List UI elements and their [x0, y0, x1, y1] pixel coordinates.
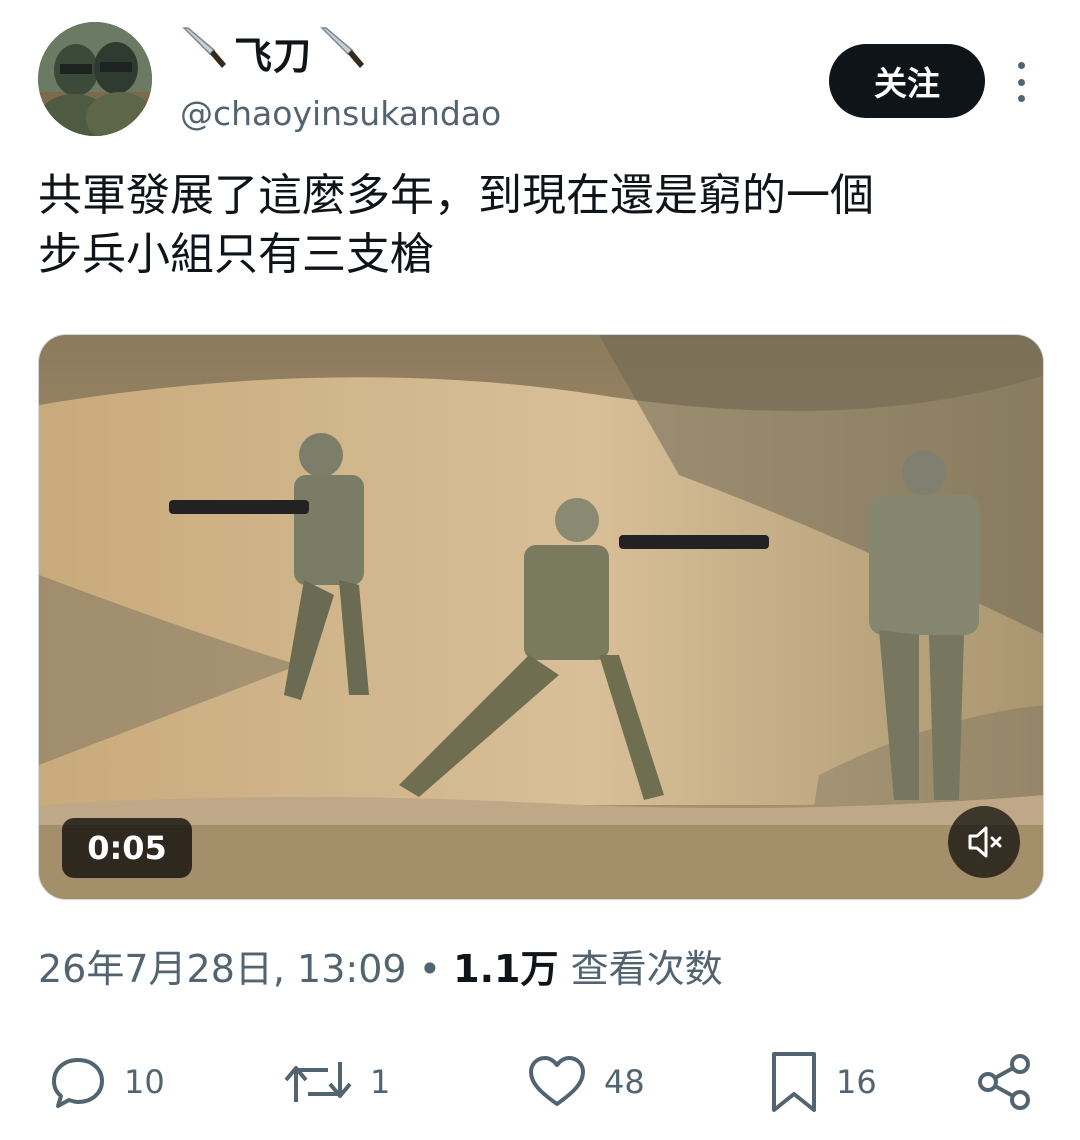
video-player[interactable] [38, 334, 1044, 900]
follow-button[interactable]: 关注 [829, 44, 985, 118]
reply-count: 10 [124, 1063, 165, 1101]
knife-icon [318, 24, 366, 81]
reply-icon [52, 1058, 104, 1108]
knife-icon [180, 24, 228, 81]
heart-icon [529, 1056, 585, 1106]
share-button[interactable] [974, 1040, 1036, 1124]
video-frame [39, 335, 1043, 899]
bookmark-button[interactable]: 16 [768, 1040, 877, 1124]
views-count: 1.1万 [453, 947, 559, 991]
action-bar: 10 1 48 16 [0, 1040, 1080, 1124]
reply-button[interactable]: 10 [48, 1040, 165, 1124]
avatar[interactable] [38, 22, 152, 136]
repost-count: 1 [370, 1063, 391, 1101]
meta-separator: • [418, 947, 442, 991]
display-name-text: 飞刀 [234, 34, 313, 78]
bookmark-icon [772, 1052, 816, 1112]
share-icon [978, 1054, 1030, 1110]
views-label: 查看次数 [570, 947, 723, 991]
like-count: 48 [604, 1063, 645, 1101]
post-timestamp[interactable]: 26年7月28日, 13:09 [38, 947, 407, 991]
bookmark-count: 16 [836, 1063, 877, 1101]
tweet-text: 共軍發展了這麼多年，到現在還是窮的一個 步兵小組只有三支槍 [38, 170, 874, 280]
video-duration: 0:05 [62, 818, 192, 878]
repost-icon [284, 1062, 352, 1102]
display-name[interactable]: 飞刀 [180, 24, 366, 81]
volume-muted-icon[interactable] [948, 806, 1020, 878]
tweet-meta: 26年7月28日, 13:09 • 1.1万 查看次数 [38, 938, 723, 993]
user-handle[interactable]: @chaoyinsukandao [180, 94, 501, 133]
like-button[interactable]: 48 [526, 1040, 645, 1124]
repost-button[interactable]: 1 [282, 1040, 390, 1124]
more-options-icon[interactable] [1010, 58, 1032, 106]
